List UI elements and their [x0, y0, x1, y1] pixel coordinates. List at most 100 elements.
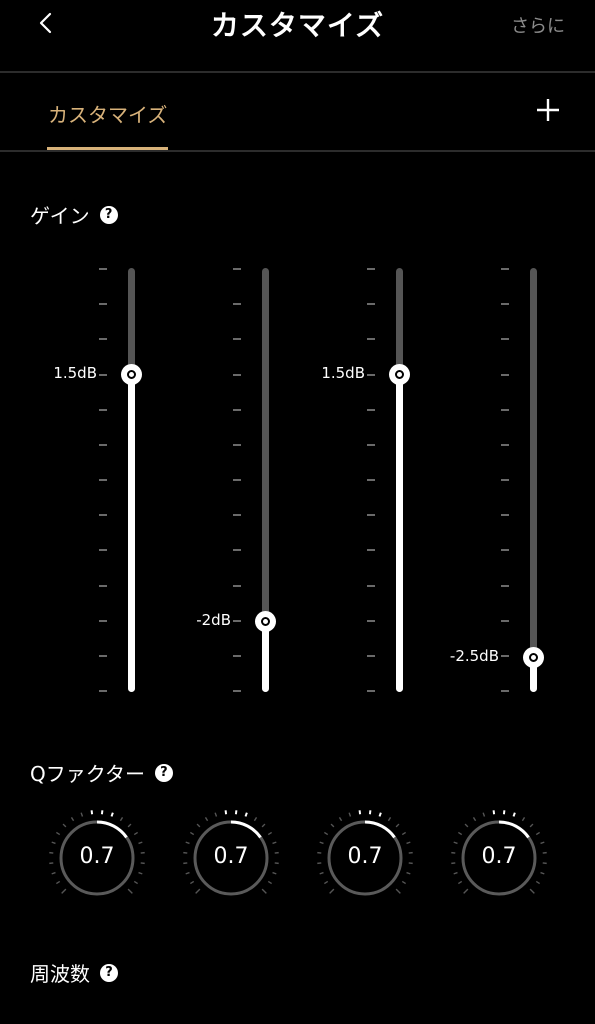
slider-thumb[interactable] [389, 364, 410, 385]
knob-tick [540, 871, 545, 875]
slider-tick [367, 373, 375, 376]
q-knob-2[interactable]: 0.7 [181, 804, 281, 912]
knob-tick [387, 816, 392, 822]
gain-slider-2[interactable]: -2dB [196, 262, 285, 698]
slider-tick [233, 373, 241, 376]
knob-tick [401, 880, 407, 885]
q-value: 0.7 [347, 844, 383, 869]
knob-tick [196, 823, 201, 828]
knob-tick [329, 888, 335, 894]
slider-tick [367, 584, 375, 587]
slider-tick [233, 443, 241, 446]
slider-tick [99, 338, 107, 341]
tab-row: カスタマイズ [0, 73, 595, 151]
gain-value-label: 1.5dB [321, 364, 365, 382]
slider-thumb[interactable] [121, 364, 142, 385]
knob-tick [457, 880, 463, 885]
knob-tick [51, 871, 56, 875]
gain-slider-4[interactable]: -2.5dB [450, 262, 553, 698]
top-bar: カスタマイズ さらに [0, 0, 595, 72]
knob-tick [189, 831, 195, 836]
slider-tick [99, 268, 107, 270]
question-icon[interactable]: ? [99, 205, 118, 224]
knob-tick [55, 880, 61, 885]
slider-tick [233, 268, 241, 270]
slider-tick [501, 479, 509, 481]
slider-thumb[interactable] [255, 611, 276, 633]
q-value: 0.7 [481, 844, 517, 869]
knob-tick [204, 816, 209, 822]
slider-tick [99, 479, 107, 481]
slider-tick [367, 479, 375, 481]
slider-tick [367, 654, 375, 657]
knob-tick [521, 816, 526, 822]
knob-tick [195, 888, 201, 894]
knob-tick [319, 871, 324, 875]
slider-tick [99, 654, 107, 657]
slider-tick [99, 690, 107, 692]
knob-tick [267, 880, 273, 885]
page-title: カスタマイズ [210, 9, 385, 42]
frequency-section-title: 周波数 ? [30, 958, 118, 987]
knob-tick [261, 888, 267, 894]
slider-tick [233, 690, 241, 692]
slider-tick [501, 514, 509, 517]
slider-tick [501, 303, 509, 306]
knob-tick [395, 823, 400, 828]
knob-tick [70, 816, 75, 822]
plus-icon[interactable] [533, 95, 563, 125]
q-value: 0.7 [79, 844, 115, 869]
knob-tick [244, 812, 248, 817]
knob-value-arc [230, 820, 262, 839]
slider-tick [99, 408, 107, 411]
slider-tick [233, 408, 241, 411]
knob-tick [401, 831, 407, 836]
knob-tick [189, 880, 195, 885]
knob-tick [529, 888, 535, 894]
q-value: 0.7 [213, 844, 249, 869]
slider-thumb[interactable] [523, 646, 544, 668]
knob-tick [214, 812, 218, 817]
knob-tick [457, 831, 463, 836]
knob-tick [261, 823, 266, 828]
q-knob-1[interactable]: 0.7 [47, 804, 147, 912]
slider-tick [501, 338, 509, 341]
question-icon[interactable]: ? [154, 763, 173, 782]
knob-tick [323, 831, 329, 836]
slider-tick [99, 514, 107, 517]
slider-tick [501, 584, 509, 587]
question-icon[interactable]: ? [100, 963, 118, 982]
gain-label: ゲイン [30, 204, 90, 228]
slider-tick [501, 443, 509, 446]
slider-tick [99, 373, 107, 376]
knob-tick [119, 816, 124, 822]
slider-tick [367, 443, 375, 446]
slider-tick [367, 690, 375, 692]
q-knob-4[interactable]: 0.7 [449, 804, 549, 912]
slider-tick [501, 268, 509, 270]
slider-track[interactable] [530, 268, 537, 692]
knob-tick [535, 831, 541, 836]
gain-value-label: -2dB [196, 611, 231, 630]
slider-tick [99, 443, 107, 446]
knob-tick [323, 880, 329, 885]
knob-tick [395, 888, 401, 894]
knob-tick [406, 871, 411, 875]
knob-value-arc [364, 820, 396, 839]
frequency-label: 周波数 [30, 962, 90, 986]
slider-tick [233, 338, 241, 341]
slider-tick [367, 619, 375, 622]
gain-slider-1[interactable]: 1.5dB [53, 262, 151, 698]
knob-tick [55, 831, 61, 836]
slider-tick [99, 303, 107, 306]
knob-tick [127, 888, 133, 894]
slider-tick [233, 514, 241, 517]
q-knob-3[interactable]: 0.7 [315, 804, 415, 912]
knob-tick [482, 812, 486, 817]
knob-tick [61, 888, 67, 894]
more-button[interactable]: さらに [511, 12, 565, 38]
tab-customize[interactable]: カスタマイズ [48, 99, 167, 128]
gain-section-title: ゲイン ? [30, 200, 118, 229]
gain-slider-3[interactable]: 1.5dB [321, 262, 419, 698]
knob-tick [463, 888, 469, 894]
